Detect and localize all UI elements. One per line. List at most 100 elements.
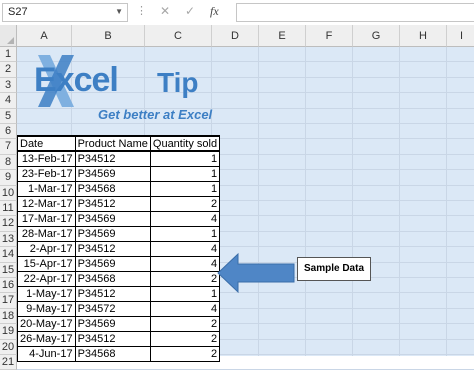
quantity-cell[interactable]: 4 [149, 300, 221, 317]
spreadsheet-grid[interactable]: ABCDEFGHI 1 2 3 4 5 6 7 8 9 10 11 12 13 14 15 16 17 18 19 2… [0, 25, 474, 370]
row-header-10[interactable]: 10 [0, 185, 17, 201]
date-cell[interactable]: 1-May-17 [17, 285, 76, 302]
row-header-17[interactable]: 17 [0, 293, 17, 309]
date-cell[interactable]: 28-Mar-17 [17, 225, 76, 242]
product-name-cell[interactable]: P34569 [74, 255, 151, 272]
row-header-2[interactable]: 2 [0, 62, 17, 78]
date-cell[interactable]: 13-Feb-17 [17, 150, 76, 167]
date-cell[interactable]: 26-May-17 [17, 330, 76, 347]
insert-function-icon[interactable]: fx [210, 4, 219, 19]
row-header-21[interactable]: 21 [0, 355, 17, 370]
row-header-9[interactable]: 9 [0, 170, 17, 186]
row-header-19[interactable]: 19 [0, 324, 17, 340]
quantity-cell[interactable]: 4 [149, 255, 221, 272]
table-row: 20-May-17 P34569 2 [17, 315, 221, 332]
date-cell[interactable]: 23-Feb-17 [17, 165, 76, 182]
quantity-cell[interactable]: 1 [149, 150, 221, 167]
product-name-cell[interactable]: P34568 [74, 270, 151, 287]
row-header-6[interactable]: 6 [0, 124, 17, 140]
column-header-b[interactable]: B [72, 25, 145, 47]
table-row: 9-May-17 P34572 4 [17, 300, 221, 317]
date-cell[interactable]: 1-Mar-17 [17, 180, 76, 197]
row-header-14[interactable]: 14 [0, 247, 17, 263]
table-row: 4-Jun-17 P34568 2 [17, 345, 221, 362]
more-dots-icon: ⋮ [136, 5, 147, 17]
quantity-cell[interactable]: 2 [149, 270, 221, 287]
product-name-cell[interactable]: P34569 [74, 210, 151, 227]
product-name-cell[interactable]: P34569 [74, 165, 151, 182]
row-header-4[interactable]: 4 [0, 93, 17, 109]
quantity-cell[interactable]: 2 [149, 195, 221, 212]
date-cell[interactable]: 15-Apr-17 [17, 255, 76, 272]
logo-brand-text: Excel [34, 61, 119, 99]
row-header-1[interactable]: 1 [0, 47, 17, 63]
date-cell[interactable]: 9-May-17 [17, 300, 76, 317]
header-quantity-sold[interactable]: Quantity sold [149, 135, 221, 152]
quantity-cell[interactable]: 1 [149, 225, 221, 242]
row-header-11[interactable]: 11 [0, 201, 17, 217]
check-icon[interactable]: ✓ [185, 4, 195, 18]
row-header-7[interactable]: 7 [0, 139, 17, 155]
excel-tip-logo: Excel Tip Get better at Excel [20, 47, 220, 137]
name-box-value: S27 [8, 6, 28, 18]
header-date[interactable]: Date [17, 135, 76, 152]
column-gridline [305, 47, 306, 356]
date-cell[interactable]: 4-Jun-17 [17, 345, 76, 362]
name-box[interactable]: S27 ▼ [2, 3, 128, 22]
column-header-g[interactable]: G [353, 25, 400, 47]
product-name-cell[interactable]: P34569 [74, 225, 151, 242]
left-arrow-icon [217, 252, 295, 294]
row-header-3[interactable]: 3 [0, 77, 17, 94]
row-header-13[interactable]: 13 [0, 231, 17, 248]
date-cell[interactable]: 20-May-17 [17, 315, 76, 332]
row-header-15[interactable]: 15 [0, 262, 17, 278]
quantity-cell[interactable]: 2 [149, 315, 221, 332]
date-cell[interactable]: 2-Apr-17 [17, 240, 76, 257]
formula-bar: S27 ▼ ⋮ ✕ ✓ fx [0, 0, 474, 26]
product-name-cell[interactable]: P34568 [74, 345, 151, 362]
row-header-20[interactable]: 20 [0, 339, 17, 355]
quantity-cell[interactable]: 4 [149, 210, 221, 227]
quantity-cell[interactable]: 1 [149, 285, 221, 302]
quantity-cell[interactable]: 1 [149, 165, 221, 182]
column-header-h[interactable]: H [400, 25, 447, 47]
row-header-8[interactable]: 8 [0, 154, 17, 171]
column-header-f[interactable]: F [306, 25, 353, 47]
column-header-c[interactable]: C [145, 25, 212, 47]
quantity-cell[interactable]: 2 [149, 345, 221, 362]
table-row: 28-Mar-17 P34569 1 [17, 225, 221, 242]
column-header-d[interactable]: D [212, 25, 259, 47]
row-header-12[interactable]: 12 [0, 216, 17, 232]
date-cell[interactable]: 22-Apr-17 [17, 270, 76, 287]
product-name-cell[interactable]: P34568 [74, 180, 151, 197]
column-header-e[interactable]: E [259, 25, 306, 47]
chevron-down-icon[interactable]: ▼ [115, 7, 123, 16]
date-cell[interactable]: 12-Mar-17 [17, 195, 76, 212]
quantity-cell[interactable]: 4 [149, 240, 221, 257]
quantity-cell[interactable]: 1 [149, 180, 221, 197]
column-gridline [352, 47, 353, 356]
sample-data-label: Sample Data [297, 257, 371, 281]
product-name-cell[interactable]: P34512 [74, 240, 151, 257]
product-name-cell[interactable]: P34569 [74, 315, 151, 332]
product-name-cell[interactable]: P34572 [74, 300, 151, 317]
select-all-button[interactable] [0, 25, 17, 47]
table-row: 1-May-17 P34512 1 [17, 285, 221, 302]
product-name-cell[interactable]: P34512 [74, 150, 151, 167]
row-header-5[interactable]: 5 [0, 108, 17, 124]
header-product-name[interactable]: Product Name [74, 135, 151, 152]
column-gridline [399, 47, 400, 356]
column-header-i[interactable]: I [447, 25, 474, 47]
date-cell[interactable]: 17-Mar-17 [17, 210, 76, 227]
logo-tagline: Get better at Excel [98, 107, 213, 122]
formula-input[interactable] [236, 3, 474, 22]
table-row: 1-Mar-17 P34568 1 [17, 180, 221, 197]
cancel-icon[interactable]: ✕ [160, 4, 170, 18]
product-name-cell[interactable]: P34512 [74, 330, 151, 347]
product-name-cell[interactable]: P34512 [74, 285, 151, 302]
product-name-cell[interactable]: P34512 [74, 195, 151, 212]
row-header-18[interactable]: 18 [0, 308, 17, 325]
row-header-16[interactable]: 16 [0, 278, 17, 294]
column-header-a[interactable]: A [17, 25, 72, 47]
quantity-cell[interactable]: 2 [149, 330, 221, 347]
